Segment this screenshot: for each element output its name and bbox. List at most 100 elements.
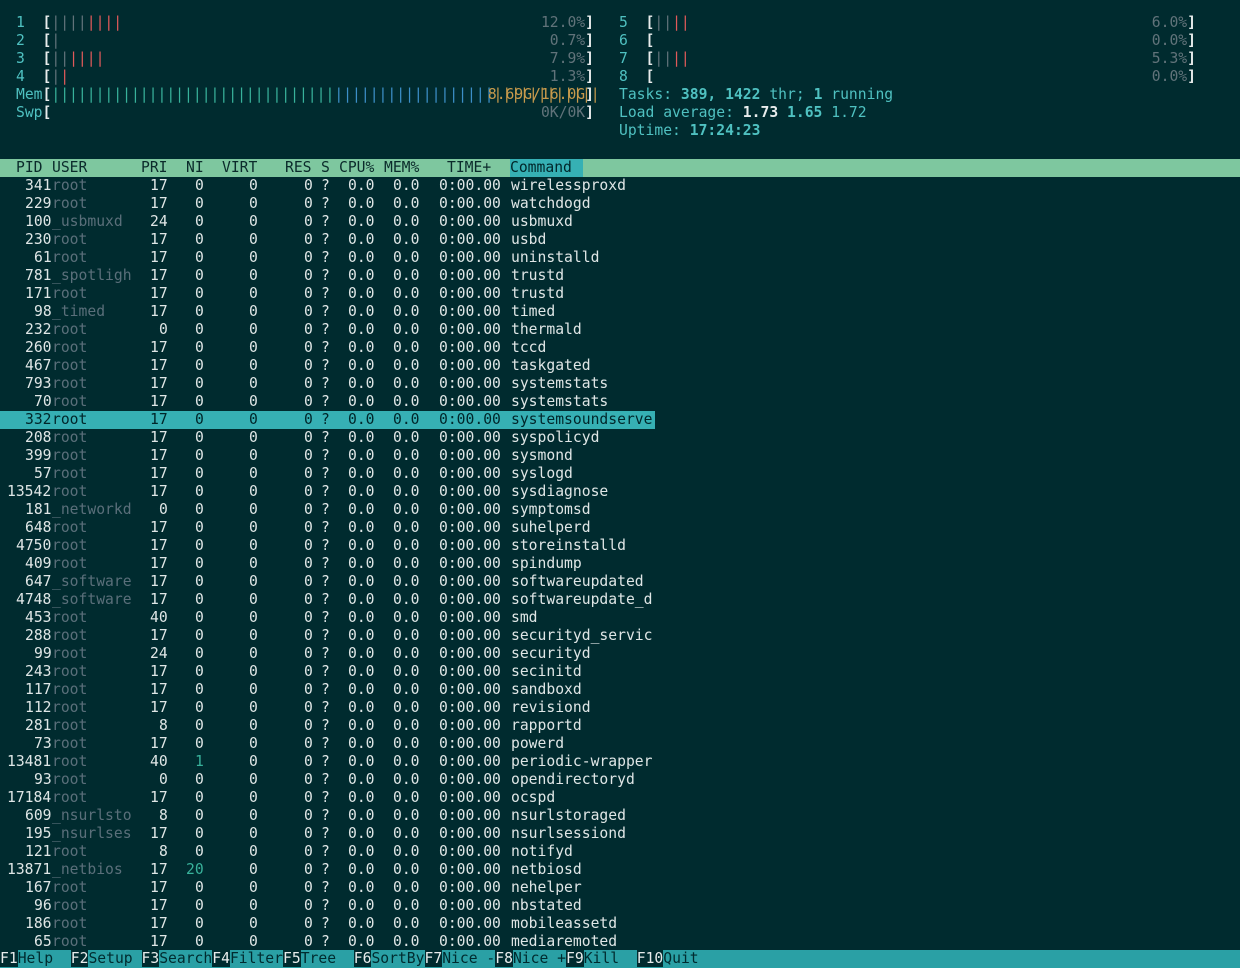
column-header-s[interactable]: S	[321, 159, 330, 177]
process-row[interactable]: 4748 _software 17 0 0 0? 0.0 0.0 0:00.00 software…	[0, 591, 1240, 609]
cpu-percent: 0.0%	[1151, 68, 1188, 85]
process-ni: 0	[195, 303, 204, 320]
process-row[interactable]: 195 _nsurlses 17 0 0 0? 0.0 0.0 0:00.00 nsurlsess…	[0, 825, 1240, 843]
process-row[interactable]: 453 root 40 0 0 0? 0.0 0.0 0:00.00 smd	[0, 609, 1240, 627]
threads-count: 1422	[725, 86, 761, 103]
process-row[interactable]: 181 _networkd 0 0 0 0? 0.0 0.0 0:00.00 symptomsd	[0, 501, 1240, 519]
fkey-f9[interactable]: F9	[566, 950, 584, 967]
fkey-f10[interactable]: F10	[636, 950, 664, 967]
process-row[interactable]: 467 root 17 0 0 0? 0.0 0.0 0:00.00 taskgated	[0, 357, 1240, 375]
process-row[interactable]: 793 root 17 0 0 0? 0.0 0.0 0:00.00 systemstats	[0, 375, 1240, 393]
process-state: ?	[321, 807, 330, 824]
fkey-label-f7[interactable]: Nice -	[442, 950, 495, 967]
process-cpu: 0.0	[348, 357, 375, 374]
process-row[interactable]: 609 _nsurlsto 8 0 0 0? 0.0 0.0 0:00.00 nsurlstora…	[0, 807, 1240, 825]
process-row[interactable]: 167 root 17 0 0 0? 0.0 0.0 0:00.00 nehelper	[0, 879, 1240, 897]
process-pri: 8	[159, 843, 168, 860]
process-res: 0	[304, 717, 313, 734]
column-header-user[interactable]: USER	[52, 159, 87, 177]
cpu-bar-high: ||	[672, 14, 690, 31]
process-row[interactable]: 61 root 17 0 0 0? 0.0 0.0 0:00.00 uninstalld	[0, 249, 1240, 267]
fkey-f5[interactable]: F5	[283, 950, 301, 967]
process-list[interactable]: 341 root 17 0 0 0? 0.0 0.0 0:00.00 wirelessproxd 2…	[0, 177, 1240, 951]
process-row[interactable]: 100 _usbmuxd 24 0 0 0? 0.0 0.0 0:00.00 usbmuxd	[0, 213, 1240, 231]
process-pri: 17	[150, 267, 168, 284]
process-command: opendirectoryd	[511, 771, 635, 788]
process-row[interactable]: 409 root 17 0 0 0? 0.0 0.0 0:00.00 spindump	[0, 555, 1240, 573]
fkey-label-f6[interactable]: SortBy	[371, 950, 424, 967]
process-virt: 0	[249, 933, 258, 950]
process-row[interactable]: 99 root 24 0 0 0? 0.0 0.0 0:00.00 securityd	[0, 645, 1240, 663]
process-state: ?	[321, 753, 330, 770]
fkey-f3[interactable]: F3	[141, 950, 160, 967]
process-row[interactable]: 781 _spotligh 17 0 0 0? 0.0 0.0 0:00.00 trustd	[0, 267, 1240, 285]
column-header-pid[interactable]: PID	[16, 159, 43, 177]
process-row[interactable]: 70 root 17 0 0 0? 0.0 0.0 0:00.00 systemstats	[0, 393, 1240, 411]
fkey-f6[interactable]: F6	[353, 950, 372, 967]
process-row[interactable]: 281 root 8 0 0 0? 0.0 0.0 0:00.00 rapportd	[0, 717, 1240, 735]
process-row[interactable]: 232 root 0 0 0 0? 0.0 0.0 0:00.00 thermald	[0, 321, 1240, 339]
process-row[interactable]: 96 root 17 0 0 0? 0.0 0.0 0:00.00 nbstated	[0, 897, 1240, 915]
column-header-pri[interactable]: PRI	[141, 159, 168, 177]
fkey-f1[interactable]: F1	[0, 950, 18, 967]
column-header-cpu[interactable]: CPU%	[339, 159, 374, 177]
process-row[interactable]: 332 root 17 0 0 0? 0.0 0.0 0:00.00 systemsoundser…	[0, 411, 655, 429]
cpu-id: 6	[619, 32, 628, 49]
column-header-res[interactable]: RES	[285, 159, 312, 177]
process-row[interactable]: 13542 root 17 0 0 0? 0.0 0.0 0:00.00 sysdiagnose	[0, 483, 1240, 501]
fkey-label-f9[interactable]: Kill	[584, 950, 637, 967]
fkey-f8[interactable]: F8	[495, 950, 513, 967]
process-row[interactable]: 186 root 17 0 0 0? 0.0 0.0 0:00.00 mobileassetd	[0, 915, 1240, 933]
process-row[interactable]: 121 root 8 0 0 0? 0.0 0.0 0:00.00 notifyd	[0, 843, 1240, 861]
process-row[interactable]: 230 root 17 0 0 0? 0.0 0.0 0:00.00 usbd	[0, 231, 1240, 249]
process-pid: 70	[34, 393, 52, 410]
column-header-ni[interactable]: NI	[186, 159, 204, 177]
process-row[interactable]: 288 root 17 0 0 0? 0.0 0.0 0:00.00 securityd_serv…	[0, 627, 1240, 645]
thr-label: thr;	[760, 86, 814, 103]
process-row[interactable]: 112 root 17 0 0 0? 0.0 0.0 0:00.00 revisiond	[0, 699, 1240, 717]
column-header-mem[interactable]: MEM%	[384, 159, 419, 177]
cpu-id: 4	[16, 68, 25, 85]
fkey-f2[interactable]: F2	[70, 950, 89, 967]
fkey-f7[interactable]: F7	[424, 950, 443, 967]
process-row[interactable]: 229 root 17 0 0 0? 0.0 0.0 0:00.00 watchdogd	[0, 195, 1240, 213]
column-header-virt[interactable]: VIRT	[222, 159, 257, 177]
fkey-f4[interactable]: F4	[212, 950, 230, 967]
fkey-label-f4[interactable]: Filter	[230, 950, 283, 967]
process-row[interactable]: 341 root 17 0 0 0? 0.0 0.0 0:00.00 wirelessproxd	[0, 177, 1240, 195]
column-header-command[interactable]: Command	[510, 159, 583, 177]
process-res: 0	[304, 771, 313, 788]
process-row[interactable]: 73 root 17 0 0 0? 0.0 0.0 0:00.00 powerd	[0, 735, 1240, 753]
process-row[interactable]: 208 root 17 0 0 0? 0.0 0.0 0:00.00 syspolicyd	[0, 429, 1240, 447]
process-row[interactable]: 13481 root 40 1 0 0? 0.0 0.0 0:00.00 periodic-wra…	[0, 753, 1240, 771]
process-row[interactable]: 13871 _netbios 17 20 0 0? 0.0 0.0 0:00.00 netbios…	[0, 861, 1240, 879]
fkey-label-f1[interactable]: Help	[18, 950, 71, 967]
process-row[interactable]: 647 _software 17 0 0 0? 0.0 0.0 0:00.00 softwareu…	[0, 573, 1240, 591]
cpu-meter: 3 [||||||	[16, 50, 594, 68]
process-row[interactable]: 243 root 17 0 0 0? 0.0 0.0 0:00.00 secinitd	[0, 663, 1240, 681]
process-row[interactable]: 117 root 17 0 0 0? 0.0 0.0 0:00.00 sandboxd	[0, 681, 1240, 699]
process-state: ?	[321, 825, 330, 842]
fkey-label-f2[interactable]: Setup	[88, 950, 141, 967]
process-row[interactable]: 98 _timed 17 0 0 0? 0.0 0.0 0:00.00 timed	[0, 303, 1240, 321]
process-row[interactable]: 17184 root 17 0 0 0? 0.0 0.0 0:00.00 ocspd	[0, 789, 1240, 807]
process-row[interactable]: 57 root 17 0 0 0? 0.0 0.0 0:00.00 syslogd	[0, 465, 1240, 483]
process-command: revisiond	[511, 699, 591, 716]
fkey-label-f3[interactable]: Search	[159, 950, 212, 967]
process-row[interactable]: 65 root 17 0 0 0? 0.0 0.0 0:00.00 mediaremoted	[0, 933, 1240, 951]
process-row[interactable]: 171 root 17 0 0 0? 0.0 0.0 0:00.00 trustd	[0, 285, 1240, 303]
process-state: ?	[321, 519, 330, 536]
load-15min: 1.72	[831, 104, 867, 121]
fkey-label-f10[interactable]: Quit	[663, 950, 716, 967]
process-pri: 17	[150, 483, 168, 500]
fkey-label-f8[interactable]: Nice +	[513, 950, 566, 967]
process-user: root	[52, 753, 88, 770]
process-row[interactable]: 399 root 17 0 0 0? 0.0 0.0 0:00.00 sysmond	[0, 447, 1240, 465]
process-row[interactable]: 260 root 17 0 0 0? 0.0 0.0 0:00.00 tccd	[0, 339, 1240, 357]
process-row[interactable]: 4750 root 17 0 0 0? 0.0 0.0 0:00.00 storeinstalld	[0, 537, 1240, 555]
fkey-label-f5[interactable]: Tree	[301, 950, 354, 967]
column-header-time[interactable]: TIME+	[447, 159, 491, 177]
process-row[interactable]: 648 root 17 0 0 0? 0.0 0.0 0:00.00 suhelperd	[0, 519, 1240, 537]
process-row[interactable]: 93 root 0 0 0 0? 0.0 0.0 0:00.00 opendirectoryd	[0, 771, 1240, 789]
process-res: 0	[304, 555, 313, 572]
